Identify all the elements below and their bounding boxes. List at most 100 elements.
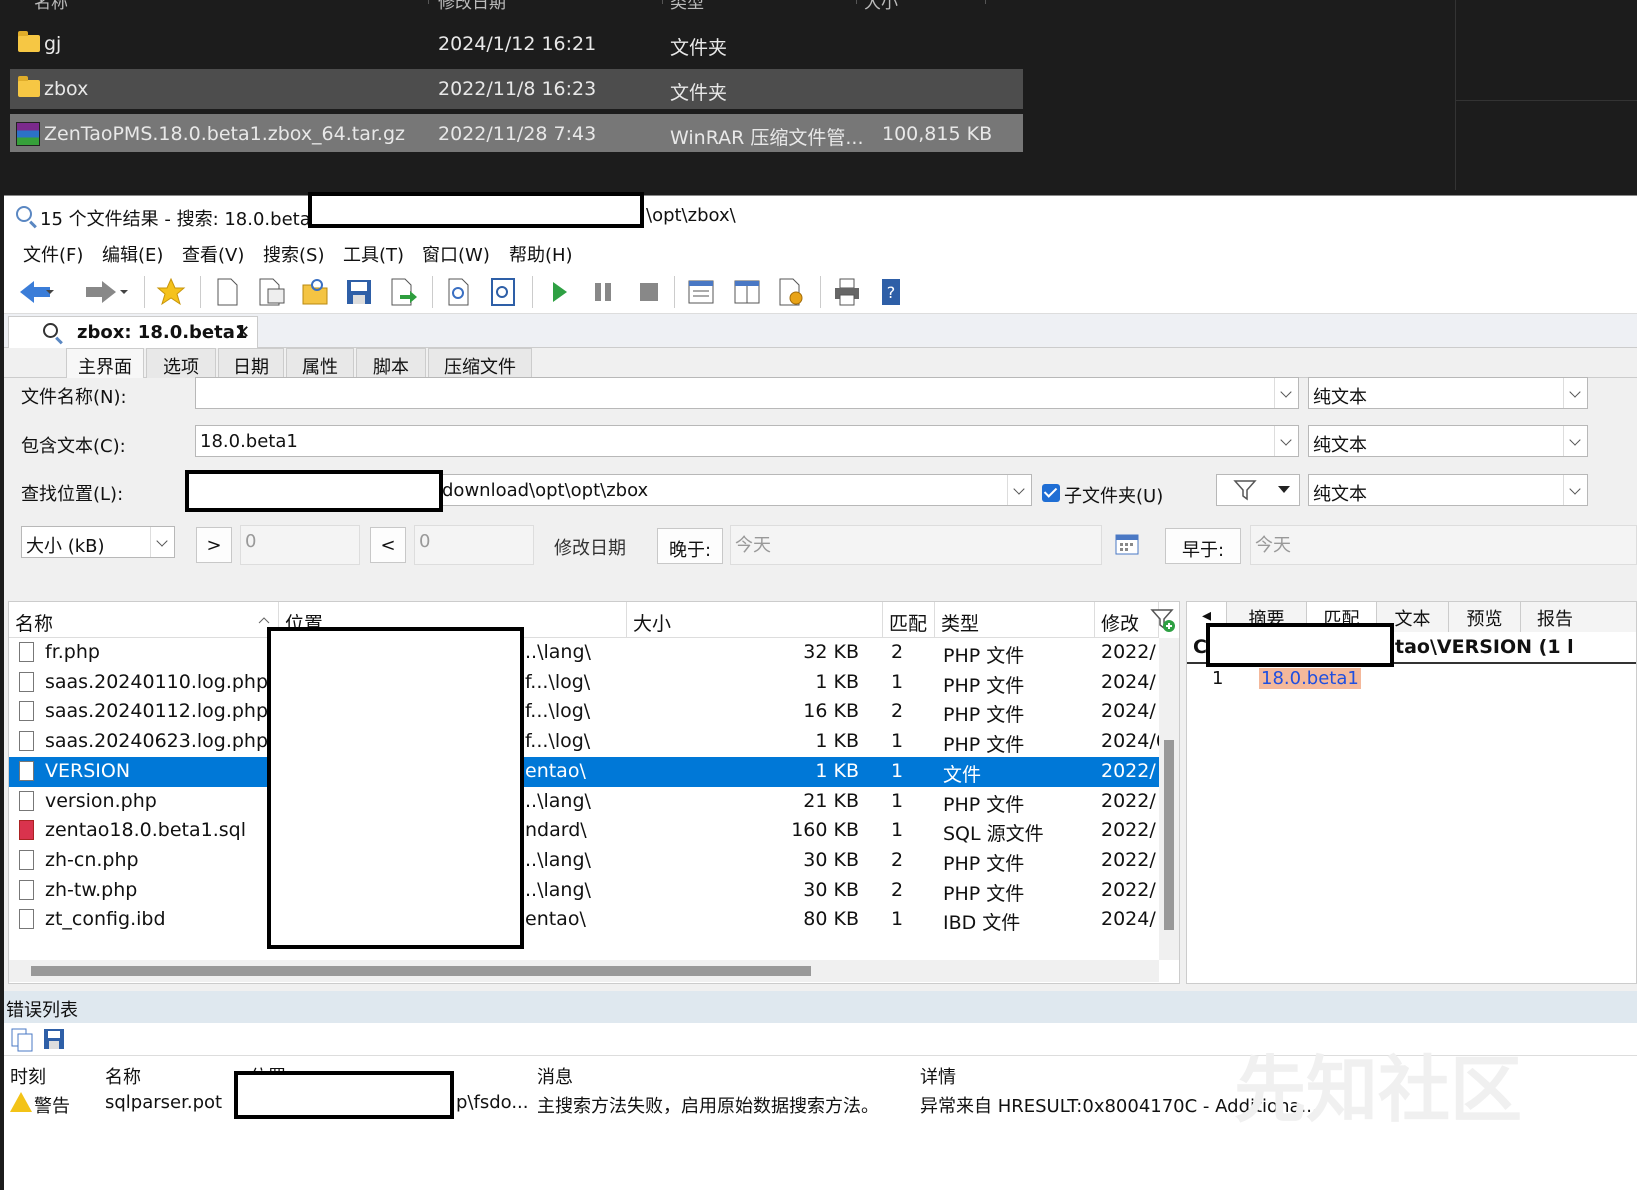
save-icon[interactable]: [344, 277, 374, 307]
help-book-icon[interactable]: ?: [876, 277, 906, 307]
vertical-scrollbar[interactable]: [1159, 638, 1179, 960]
calendar-icon[interactable]: [1114, 532, 1140, 556]
chevron-down-icon[interactable]: [1563, 378, 1587, 408]
forward-arrow-icon[interactable]: [82, 277, 132, 307]
tab-script[interactable]: 脚本: [356, 348, 426, 378]
window-title-path: \opt\zbox\: [646, 205, 736, 226]
layout-panes-icon[interactable]: [732, 277, 762, 307]
col-type[interactable]: 类型: [935, 602, 1095, 638]
table-row[interactable]: zt_config.ibd entao\ 80 KB 1 IBD 文件 2024/: [9, 905, 1159, 935]
contains-mode-select[interactable]: 纯文本: [1308, 425, 1588, 457]
scrollbar-thumb[interactable]: [1164, 740, 1174, 930]
col-size[interactable]: 大小: [627, 602, 883, 638]
col-match[interactable]: 匹配: [883, 602, 935, 638]
back-arrow-icon[interactable]: [18, 277, 56, 307]
explorer-row[interactable]: gj 2024/1/12 16:21 文件夹: [10, 24, 1023, 64]
preview-match-highlight: 18.0.beta1: [1259, 668, 1361, 689]
print-icon[interactable]: [832, 277, 862, 307]
settings-document-icon[interactable]: [776, 277, 806, 307]
subfolder-label: 子文件夹(U): [1064, 486, 1164, 507]
col-name[interactable]: 名称: [9, 602, 279, 638]
filename-input[interactable]: [195, 377, 1299, 409]
after-date-input[interactable]: 今天: [730, 525, 1102, 565]
result-match: 1: [891, 789, 904, 812]
chevron-down-icon[interactable]: [1563, 475, 1587, 505]
save-icon[interactable]: [42, 1027, 66, 1051]
search-doc-tab[interactable]: zbox: 18.0.beta1 ✕: [8, 316, 258, 348]
filter-dropdown[interactable]: [1216, 474, 1300, 506]
contains-text-input[interactable]: 18.0.beta1: [195, 425, 1299, 457]
export-icon[interactable]: [388, 277, 418, 307]
explorer-row[interactable]: ZenTaoPMS.18.0.beta1.zbox_64.tar.gz 2022…: [10, 114, 1023, 152]
menu-tools[interactable]: 工具(T): [343, 241, 404, 267]
table-row[interactable]: version.php ..\lang\ 21 KB 1 PHP 文件 2022/: [9, 787, 1159, 817]
result-type: IBD 文件: [943, 912, 1021, 935]
menu-window[interactable]: 窗口(W): [422, 241, 490, 267]
tab-date[interactable]: 日期: [218, 348, 284, 378]
max-size-input[interactable]: 0: [414, 525, 534, 565]
tab-attributes[interactable]: 属性: [286, 348, 354, 378]
stop-icon[interactable]: [634, 277, 664, 307]
open-folder-icon[interactable]: [300, 277, 330, 307]
greater-than-button[interactable]: >: [196, 527, 232, 563]
chevron-down-icon[interactable]: [1007, 475, 1031, 505]
tab-preview[interactable]: 预览: [1449, 602, 1521, 632]
copy-icon[interactable]: [10, 1027, 34, 1053]
table-row[interactable]: saas.20240623.log.php f...\log\ 1 KB 1 PHP 文…: [9, 727, 1168, 757]
close-tab-icon[interactable]: ✕: [235, 322, 250, 343]
err-col-detail[interactable]: 详情: [920, 1063, 956, 1089]
explorer-row[interactable]: zbox 2022/11/8 16:23 文件夹: [10, 69, 1023, 109]
explorer-col-name[interactable]: 名称: [34, 0, 68, 13]
result-location: f...\log\: [525, 670, 591, 693]
before-date-input[interactable]: 今天: [1250, 525, 1637, 565]
chevron-down-icon[interactable]: [1563, 426, 1587, 456]
chevron-down-icon[interactable]: [150, 527, 174, 557]
size-unit-select[interactable]: 大小 (kB): [21, 526, 175, 558]
menu-file[interactable]: 文件(F): [23, 241, 83, 267]
menu-help[interactable]: 帮助(H): [509, 241, 573, 267]
table-row[interactable]: saas.20240110.log.php f...\log\ 1 KB 1 PHP 文…: [9, 668, 1159, 698]
new-document-icon[interactable]: [212, 277, 242, 307]
find-in-document-icon[interactable]: [488, 277, 518, 307]
filename-mode-select[interactable]: 纯文本: [1308, 377, 1588, 409]
explorer-col-size[interactable]: 大小: [864, 0, 898, 13]
favorite-star-icon[interactable]: [156, 277, 186, 307]
table-row[interactable]: zh-cn.php ..\lang\ 30 KB 2 PHP 文件 2022/: [9, 846, 1159, 876]
explorer-row-date: 2022/11/8 16:23: [438, 78, 597, 100]
tab-archive[interactable]: 压缩文件: [428, 348, 532, 378]
scrollbar-thumb[interactable]: [31, 966, 811, 976]
new-search-icon[interactable]: [256, 277, 286, 307]
horizontal-scrollbar[interactable]: [9, 960, 1159, 982]
table-row[interactable]: VERSION entao\ 1 KB 1 文件 2022/: [9, 756, 1159, 787]
preview-document-icon[interactable]: [444, 277, 474, 307]
menu-view[interactable]: 查看(V): [182, 241, 244, 267]
layout-list-icon[interactable]: [686, 277, 716, 307]
err-col-time[interactable]: 时刻: [10, 1063, 46, 1089]
err-col-name[interactable]: 名称: [105, 1063, 141, 1089]
less-than-button[interactable]: <: [370, 527, 406, 563]
add-filter-icon[interactable]: [1149, 606, 1177, 634]
location-mode-select[interactable]: 纯文本: [1308, 474, 1588, 506]
explorer-col-type[interactable]: 类型: [670, 0, 704, 13]
tab-options[interactable]: 选项: [146, 348, 216, 378]
chevron-down-icon[interactable]: [1274, 426, 1298, 456]
table-row[interactable]: saas.20240112.log.php f...\log\ 16 KB 2 PHP …: [9, 697, 1159, 727]
explorer-col-date[interactable]: 修改日期: [438, 0, 506, 13]
toolbar: ?: [4, 270, 1637, 314]
chevron-down-icon[interactable]: [1274, 378, 1298, 408]
after-button[interactable]: 晚于:: [657, 528, 723, 564]
start-search-icon[interactable]: [544, 277, 574, 307]
subfolder-checkbox[interactable]: [1042, 484, 1060, 502]
menu-edit[interactable]: 编辑(E): [102, 241, 163, 267]
result-size: 30 KB: [803, 878, 859, 901]
menu-search[interactable]: 搜索(S): [263, 241, 324, 267]
tab-report[interactable]: 报告: [1521, 602, 1636, 632]
table-row[interactable]: fr.php ..\lang\ 32 KB 2 PHP 文件 2022/: [9, 638, 1159, 668]
pause-icon[interactable]: [588, 277, 618, 307]
min-size-input[interactable]: 0: [240, 525, 360, 565]
tab-main[interactable]: 主界面: [66, 348, 144, 378]
err-col-message[interactable]: 消息: [537, 1063, 573, 1089]
table-row[interactable]: zentao18.0.beta1.sql ndard\ 160 KB 1 SQL 源文件…: [9, 816, 1159, 846]
table-row[interactable]: zh-tw.php ..\lang\ 30 KB 2 PHP 文件 2022/: [9, 876, 1159, 906]
before-button[interactable]: 早于:: [1165, 528, 1241, 564]
